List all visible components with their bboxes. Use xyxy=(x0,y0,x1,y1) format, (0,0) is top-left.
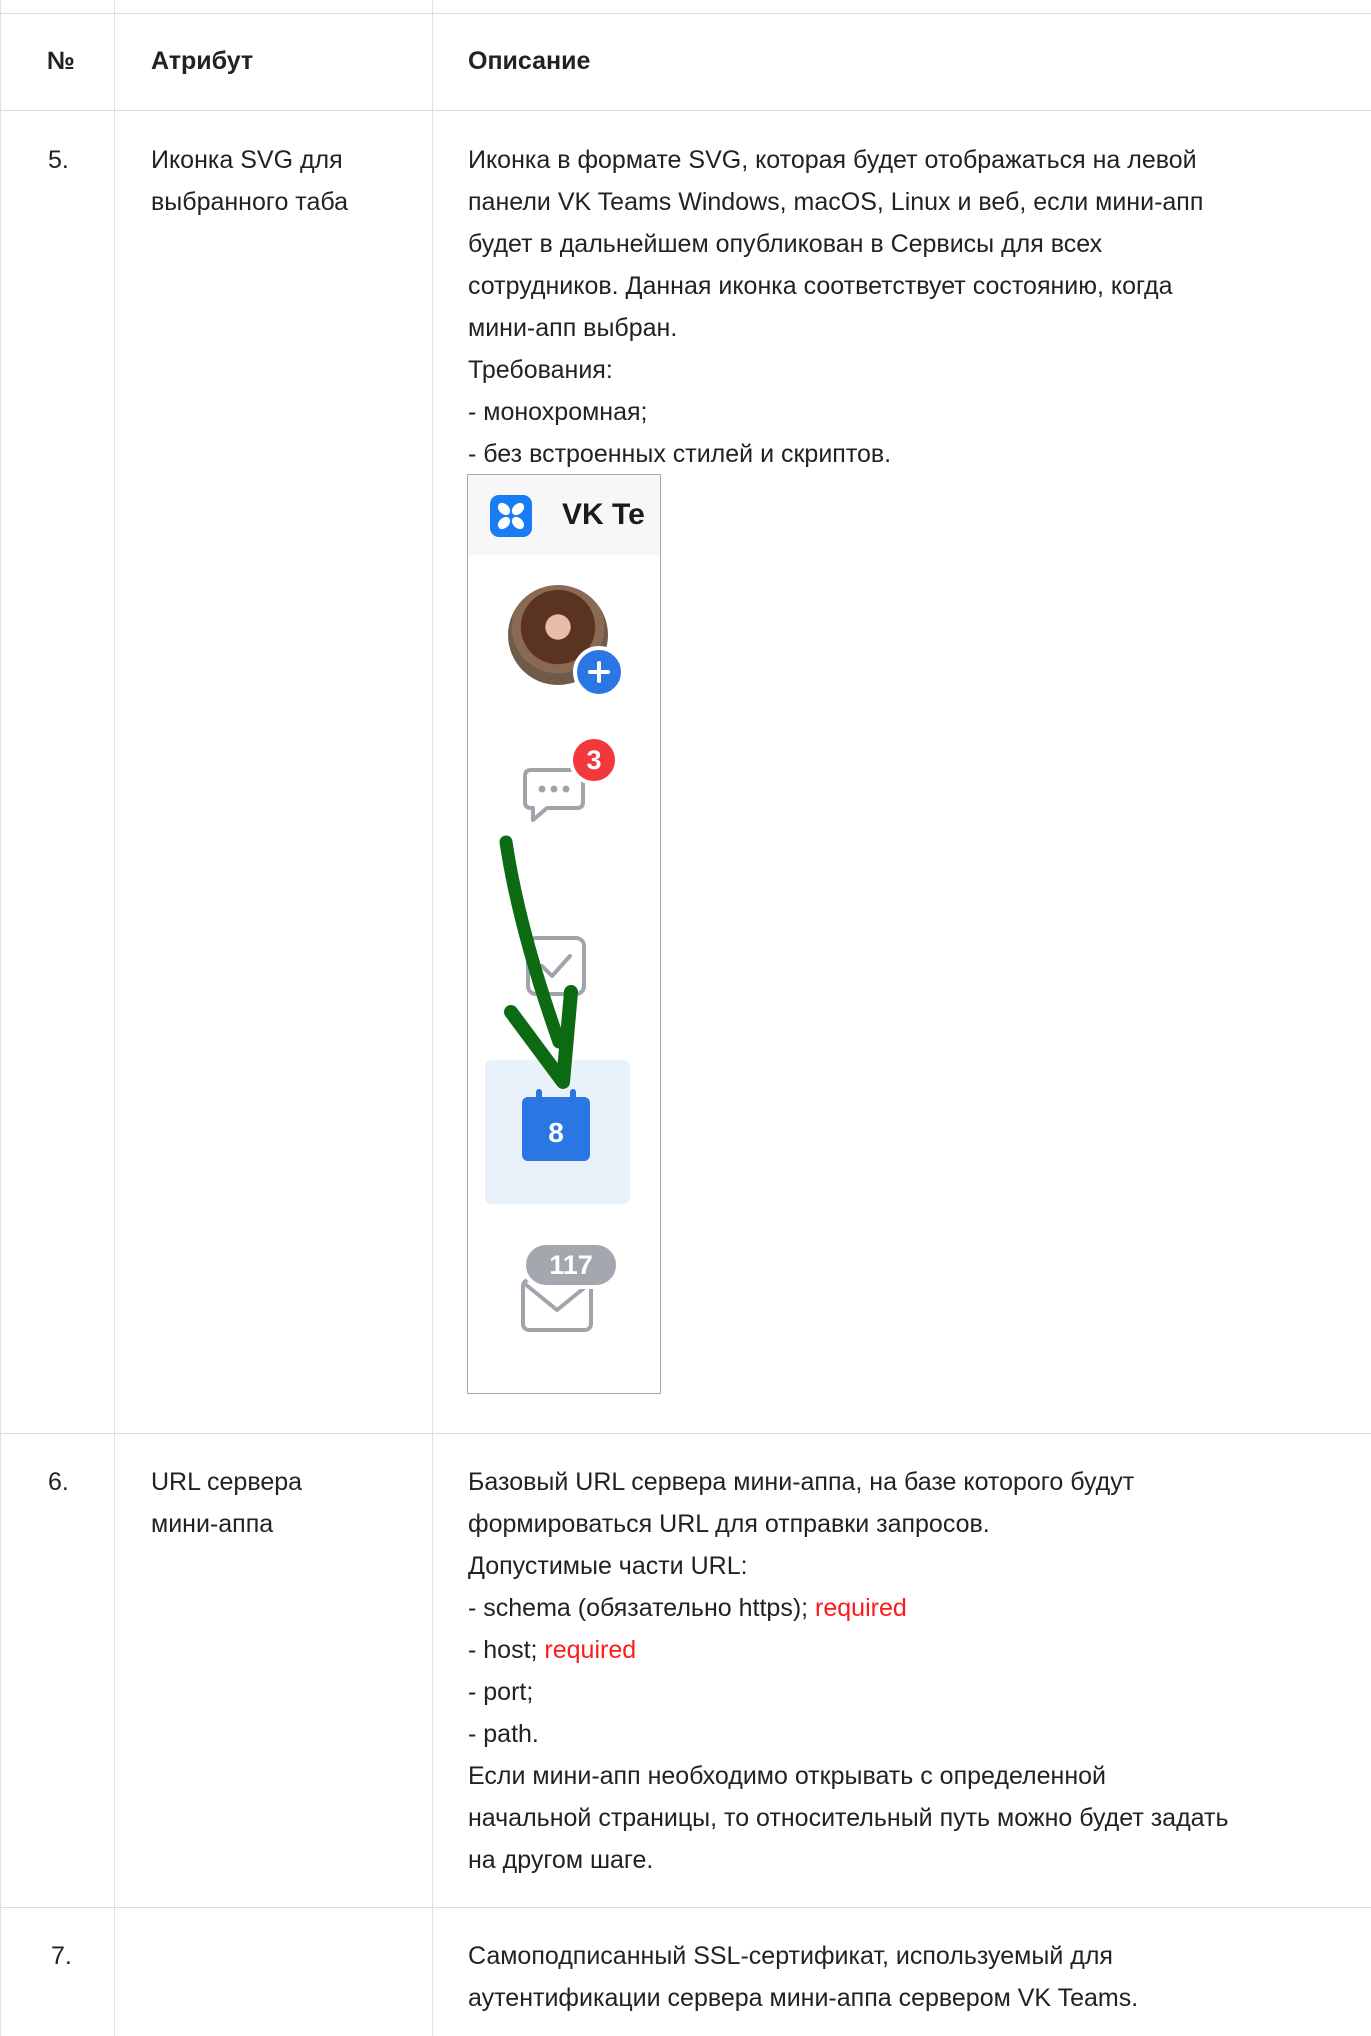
row-6-description-line: Если мини-апп необходимо открывать с опр… xyxy=(468,1762,1107,1790)
row-5-description-line: будет в дальнейшем опубликован в Сервисы… xyxy=(468,230,1103,258)
host-required-label: required xyxy=(544,1636,637,1664)
host-text: - host; xyxy=(468,1636,545,1664)
mail-unread-badge: 117 xyxy=(522,1241,620,1289)
row-7-description-line: аутентификации сервера мини-аппа серверо… xyxy=(468,1984,1139,2012)
row-6-num: 6. xyxy=(48,1468,69,1496)
schema-text: - schema (обязательно https); xyxy=(468,1594,816,1622)
header-row-border xyxy=(0,110,1371,111)
row-6-attribute-line: URL сервера xyxy=(151,1468,303,1496)
row-5-description-line: - монохромная; xyxy=(468,398,648,426)
row-5-attribute: Иконка SVG для выбранного таба xyxy=(151,139,348,223)
header-num: № xyxy=(47,47,75,75)
calendar-day-number: 8 xyxy=(548,1117,564,1148)
row-6-description-line: Допустимые части URL: xyxy=(468,1552,748,1580)
row-5-attribute-line: выбранного таба xyxy=(151,188,349,216)
row-7-description-line: Самоподписанный SSL-сертификат, использу… xyxy=(468,1942,1113,1970)
vk-teams-logo-icon xyxy=(490,495,532,537)
row-6-description-line: начальной страницы, то относительный пут… xyxy=(468,1804,1229,1832)
chat-unread-badge: 3 xyxy=(569,735,619,785)
row-6-host-line: - host; required xyxy=(468,1629,1229,1671)
row-5-description: Иконка в формате SVG, которая будет отоб… xyxy=(468,139,1203,475)
row-5-description-line: панели VK Teams Windows, macOS, Linux и … xyxy=(468,188,1204,216)
row-6-description-line: - path. xyxy=(468,1720,539,1748)
header-description: Описание xyxy=(468,47,591,75)
row-6-description-line: формироваться URL для отправки запросов. xyxy=(468,1510,990,1538)
tasks-check-icon xyxy=(520,930,592,1002)
row-7-num: 7. xyxy=(51,1942,72,1970)
row-6-description-line: Базовый URL сервера мини-аппа, на базе к… xyxy=(468,1468,1135,1496)
row-6-bottom-border xyxy=(0,1907,1371,1908)
schema-required-label: required xyxy=(815,1594,907,1622)
header-attribute: Атрибут xyxy=(151,47,254,75)
row-6-attribute: URL сервера мини-аппа xyxy=(151,1461,302,1545)
col-num-left-border xyxy=(0,0,1,2036)
row-5-description-line: мини-апп выбран. xyxy=(468,314,678,342)
row-6-description-line: - port; xyxy=(468,1678,534,1706)
row-6-schema-line: - schema (обязательно https); required xyxy=(468,1587,1229,1629)
row-5-attribute-line: Иконка SVG для xyxy=(151,146,343,174)
vk-teams-sidebar-screenshot: VK Te 3 8 117 xyxy=(467,474,661,1394)
row-6-attribute-line: мини-аппа xyxy=(151,1510,274,1538)
row-7-description: Самоподписанный SSL-сертификат, использу… xyxy=(468,1935,1138,2019)
app-title: VK Te xyxy=(562,498,645,531)
row-6-description-line: на другом шаге. xyxy=(468,1846,654,1874)
row-5-num: 5. xyxy=(48,146,69,174)
add-status-plus-icon xyxy=(573,646,625,698)
row-5-description-line: Иконка в формате SVG, которая будет отоб… xyxy=(468,146,1197,174)
col-description-border xyxy=(432,0,433,2036)
attributes-table: № Атрибут Описание 5. Иконка SVG для выб… xyxy=(0,0,1371,2036)
col-attribute-border xyxy=(114,0,115,2036)
row-5-description-line: Требования: xyxy=(468,356,613,384)
row-5-description-line: сотрудников. Данная иконка соответствует… xyxy=(468,272,1173,300)
table-top-border xyxy=(0,13,1371,14)
row-5-description-line: - без встроенных стилей и скриптов. xyxy=(468,440,892,468)
row-5-bottom-border xyxy=(0,1433,1371,1434)
row-6-description: Базовый URL сервера мини-аппа, на базе к… xyxy=(468,1461,1229,1881)
